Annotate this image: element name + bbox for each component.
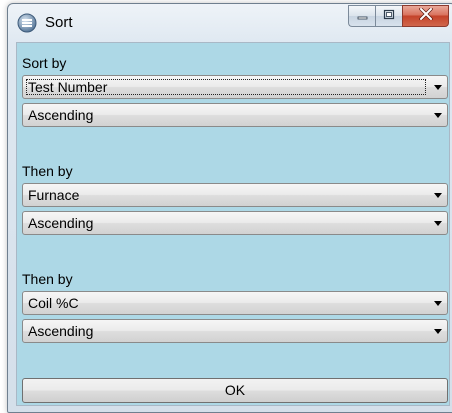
chevron-down-icon (434, 193, 442, 198)
chevron-down-icon (434, 301, 442, 306)
maximize-button[interactable] (375, 5, 402, 27)
minimize-icon (357, 7, 368, 25)
title-bar[interactable]: Sort (8, 4, 452, 42)
then-by-1-field-value: Furnace (28, 187, 80, 203)
then-by-label-2: Then by (22, 271, 73, 287)
close-button[interactable] (402, 5, 449, 27)
chevron-down-icon (434, 113, 442, 118)
sort-panel: Sort by Test Number Ascending Then by Fu… (16, 42, 450, 406)
then-by-2-order-value: Ascending (28, 323, 94, 339)
then-by-1-field-select[interactable]: Furnace (22, 183, 448, 207)
focus-indicator (26, 79, 426, 95)
minimize-button[interactable] (348, 5, 375, 27)
then-by-2-order-select[interactable]: Ascending (22, 319, 448, 343)
sort-by-label: Sort by (22, 55, 67, 71)
caption-buttons (348, 5, 449, 27)
sort-by-field-select[interactable]: Test Number (22, 75, 448, 99)
then-by-1-order-value: Ascending (28, 215, 94, 231)
maximize-icon (383, 7, 395, 25)
then-by-2-field-value: Coil %C (28, 295, 79, 311)
close-icon (418, 7, 433, 25)
chevron-down-icon (434, 85, 442, 90)
sort-dialog: Sort Sort by Test Number Ascending Then … (7, 3, 452, 413)
app-icon (17, 13, 37, 33)
chevron-down-icon (434, 329, 442, 334)
sort-by-order-value: Ascending (28, 107, 94, 123)
then-by-1-order-select[interactable]: Ascending (22, 211, 448, 235)
chevron-down-icon (434, 221, 442, 226)
sort-by-order-select[interactable]: Ascending (22, 103, 448, 127)
window-title: Sort (45, 14, 73, 31)
then-by-2-field-select[interactable]: Coil %C (22, 291, 448, 315)
then-by-label-1: Then by (22, 163, 73, 179)
ok-button[interactable]: OK (22, 378, 448, 403)
